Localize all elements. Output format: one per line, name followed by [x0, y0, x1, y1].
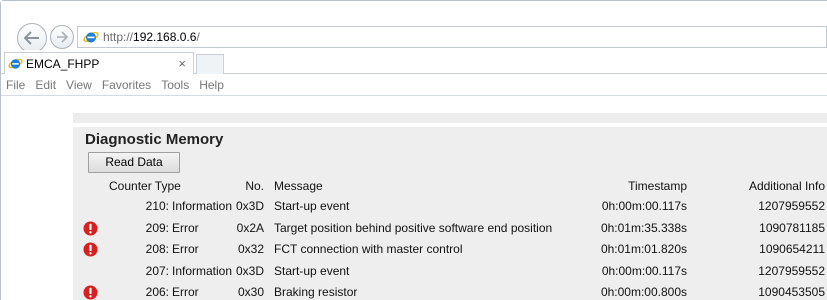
row-type: Error — [172, 285, 199, 299]
browser-window: http://192.168.0.6/ EMCA_FHPP × File Edi… — [0, 0, 827, 300]
row-type: Information — [172, 199, 233, 213]
row-number: 0x2A — [236, 220, 264, 235]
back-arrow-icon — [24, 31, 39, 45]
row-type: Error — [172, 242, 199, 256]
row-message: Start-up event — [274, 263, 350, 278]
ie-logo-icon — [8, 58, 23, 69]
row-additional-info: 1207959552 — [758, 199, 825, 213]
row-counter: 208: — [145, 242, 169, 256]
table-row: 206: Error 0x30 Braking resistor 0h:00m:00.8… — [73, 282, 827, 300]
header-timestamp: Timestamp — [628, 179, 687, 193]
menu-bar: File Edit View Favorites Tools Help — [1, 74, 827, 96]
row-message: Braking resistor — [274, 285, 358, 299]
read-data-button[interactable]: Read Data — [88, 152, 180, 173]
row-timestamp: 0h:00m:00.117s — [601, 199, 687, 213]
url-host: 192.168.0.6 — [133, 30, 197, 44]
row-counter: 210: — [145, 199, 169, 213]
header-strip — [73, 113, 827, 123]
menu-favorites[interactable]: Favorites — [102, 78, 151, 92]
error-icon — [83, 242, 98, 257]
url-path: / — [196, 30, 200, 44]
row-timestamp: 0h:01m:35.338s — [600, 220, 687, 235]
tab-title: EMCA_FHPP — [26, 56, 100, 71]
close-tab-icon[interactable]: × — [178, 56, 186, 71]
menu-tools[interactable]: Tools — [161, 78, 189, 92]
row-message: Target position behind positive software… — [274, 220, 553, 235]
header-message: Message — [274, 179, 323, 193]
tab-emca-fhpp[interactable]: EMCA_FHPP × — [4, 52, 194, 74]
error-icon — [83, 221, 98, 235]
menu-view[interactable]: View — [66, 78, 92, 92]
row-additional-info: 1090781185 — [759, 220, 825, 235]
row-counter: 209: — [145, 220, 169, 235]
diagnostic-memory-panel: Diagnostic Memory Read Data Counter Type… — [73, 127, 827, 300]
row-additional-info: 1090654211 — [759, 242, 825, 256]
back-button[interactable] — [17, 23, 47, 53]
row-number: 0x3D — [235, 263, 264, 278]
row-type: Information — [172, 263, 233, 278]
header-additional-info: Additional Info — [748, 179, 825, 193]
row-number: 0x30 — [237, 285, 264, 299]
row-counter: 206: — [145, 285, 169, 299]
row-type: Error — [172, 220, 199, 235]
address-bar-row: http://192.168.0.6/ — [1, 1, 827, 53]
table-row: 207: Information 0x3D Start-up event 0h:00m:… — [73, 261, 827, 281]
menu-help[interactable]: Help — [199, 78, 224, 92]
table-header: Counter Type No. Message Timestamp Addit… — [73, 176, 827, 196]
table-row: 210: Information 0x3D Start-up event 0h:00m:… — [73, 196, 827, 216]
panel-title: Diagnostic Memory — [85, 131, 224, 148]
url-scheme: http:// — [103, 30, 134, 44]
menu-file[interactable]: File — [6, 78, 25, 92]
address-input[interactable]: http://192.168.0.6/ — [77, 26, 827, 48]
table-row: 208: Error 0x32 FCT connection with master … — [73, 239, 827, 259]
row-message: FCT connection with master control — [274, 242, 463, 256]
table-row: 209: Error 0x2A Target position behind posi… — [73, 218, 827, 238]
row-additional-info: 1207959552 — [758, 263, 825, 278]
error-icon — [83, 285, 98, 300]
menu-edit[interactable]: Edit — [35, 78, 56, 92]
row-number: 0x32 — [237, 242, 264, 256]
ie-logo-icon — [83, 32, 99, 43]
forward-arrow-icon — [57, 31, 68, 43]
row-counter: 207: — [145, 263, 169, 278]
header-counter-type: Counter Type — [109, 179, 181, 193]
row-timestamp: 0h:01m:01.820s — [600, 242, 687, 256]
forward-button[interactable] — [50, 25, 74, 49]
row-number: 0x3D — [235, 199, 264, 213]
tab-strip: EMCA_FHPP × — [1, 50, 827, 74]
header-no: No. — [245, 179, 264, 193]
row-timestamp: 0h:00m:00.800s — [600, 285, 687, 299]
row-message: Start-up event — [274, 199, 350, 213]
page-content: Diagnostic Memory Read Data Counter Type… — [1, 97, 827, 300]
row-timestamp: 0h:00m:00.117s — [601, 263, 687, 278]
new-tab-button[interactable] — [196, 54, 224, 74]
row-additional-info: 1090453505 — [758, 285, 825, 299]
